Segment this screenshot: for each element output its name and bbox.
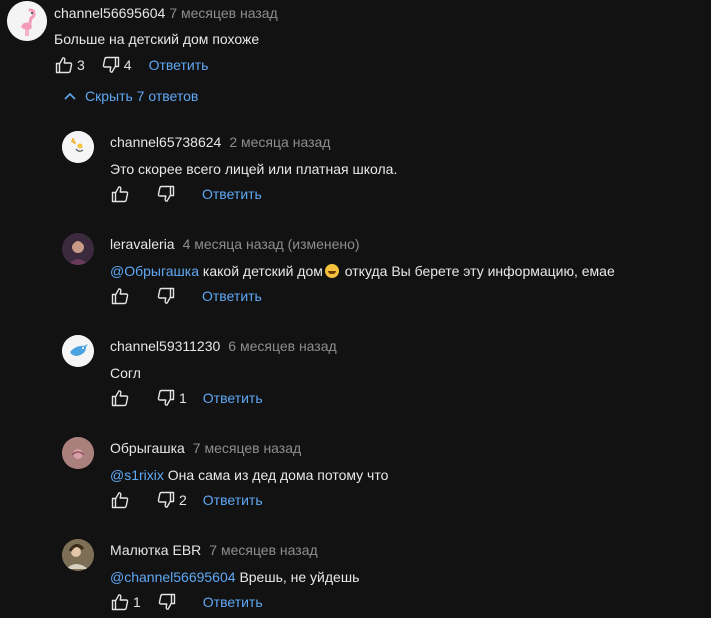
reply-item: channel65738624 2 месяца назад Это скорее… bbox=[0, 126, 711, 226]
comment-text: Это скорее всего лицей или платная школа… bbox=[110, 161, 397, 177]
reply-item: channel59311230 6 месяцев назад Согл 1 От… bbox=[0, 330, 711, 430]
thumbs-up-icon bbox=[111, 288, 129, 305]
like-button[interactable] bbox=[110, 286, 130, 306]
cartoon-avatar-icon bbox=[62, 131, 94, 163]
thumbs-down-icon bbox=[102, 56, 119, 73]
user-photo-icon bbox=[62, 539, 94, 571]
thumbs-up-icon bbox=[111, 492, 129, 509]
reply-button[interactable]: Ответить bbox=[203, 492, 263, 508]
avatar-reply-1[interactable] bbox=[62, 131, 94, 163]
mention-link[interactable]: @Обрыгашка bbox=[110, 263, 199, 279]
thumbs-down-icon bbox=[157, 287, 175, 304]
dislike-button[interactable] bbox=[157, 592, 177, 612]
chevron-up-icon bbox=[64, 92, 76, 100]
thumbs-up-icon bbox=[111, 186, 129, 203]
bird-icon bbox=[62, 335, 94, 367]
comment-actions: 1 Ответить bbox=[110, 592, 263, 612]
comment-text: @channel56695604 Врешь, не уйдешь bbox=[110, 569, 359, 585]
comment-actions: 2 Ответить bbox=[110, 490, 263, 510]
like-count: 3 bbox=[77, 57, 85, 73]
comment-time: 6 месяцев назад bbox=[228, 338, 337, 354]
author-name[interactable]: channel65738624 bbox=[110, 134, 221, 150]
user-photo-icon bbox=[62, 437, 94, 469]
author-name[interactable]: channel59311230 bbox=[110, 338, 220, 354]
like-button[interactable]: 1 bbox=[110, 592, 141, 612]
dislike-button[interactable] bbox=[156, 286, 176, 306]
dislike-button[interactable]: 1 bbox=[156, 388, 187, 408]
thumbs-up-icon bbox=[111, 594, 129, 611]
comment-actions: 1 Ответить bbox=[110, 388, 263, 408]
laughing-emoji-icon bbox=[324, 264, 339, 278]
comment-time: 7 месяцев назад bbox=[209, 542, 318, 558]
thumbs-down-icon bbox=[158, 593, 175, 610]
hide-replies-toggle[interactable]: Скрыть 7 ответов bbox=[64, 88, 198, 104]
dislike-button[interactable]: 4 bbox=[101, 55, 132, 75]
comment-text: @s1rixix Она сама из дед дома потому что bbox=[110, 467, 388, 483]
comment-text-content: Врешь, не уйдешь bbox=[239, 569, 360, 585]
like-button[interactable] bbox=[110, 490, 130, 510]
mention-link[interactable]: @channel56695604 bbox=[110, 569, 236, 585]
comment-text: Согл bbox=[110, 365, 141, 381]
flamingo-icon bbox=[7, 1, 47, 41]
comment-time: 7 месяцев назад bbox=[169, 5, 278, 21]
comment-text: Больше на детский дом похоже bbox=[54, 31, 260, 47]
avatar-flamingo[interactable] bbox=[7, 1, 47, 41]
reply-item: Обрыгашка 7 месяцев назад @s1rixix Она са… bbox=[0, 432, 711, 532]
comment-text-content: Она сама из дед дома потому что bbox=[167, 467, 389, 483]
thumbs-down-icon bbox=[157, 389, 175, 406]
thumbs-down-icon bbox=[157, 185, 175, 202]
avatar-reply-4[interactable] bbox=[62, 437, 94, 469]
comment-actions: 3 4 Ответить bbox=[54, 55, 208, 75]
mention-link[interactable]: @s1rixix bbox=[110, 467, 164, 483]
author-name[interactable]: channel56695604 bbox=[54, 5, 165, 21]
comment-text-tail: откуда Вы берете эту информацию, емае bbox=[340, 263, 615, 279]
thumbs-up-icon bbox=[111, 390, 129, 407]
comment-text-content: Согл bbox=[110, 365, 141, 381]
reply-button[interactable]: Ответить bbox=[203, 390, 263, 406]
comment-top: channel56695604 7 месяцев назад Больше на… bbox=[0, 0, 711, 80]
reply-item: Малютка EBR 7 месяцев назад @channel56695… bbox=[0, 534, 711, 618]
dislike-button[interactable]: 2 bbox=[156, 490, 187, 510]
dislike-count: 2 bbox=[179, 492, 187, 508]
comment-time: 4 месяца назад (изменено) bbox=[182, 236, 360, 252]
comment-header: channel56695604 7 месяцев назад bbox=[54, 5, 278, 21]
reply-button[interactable]: Ответить bbox=[202, 186, 262, 202]
reply-item: leravaleria 4 месяца назад (изменено) @Об… bbox=[0, 228, 711, 328]
hide-replies-label: Скрыть 7 ответов bbox=[85, 88, 199, 104]
dislike-count: 4 bbox=[123, 57, 132, 73]
reply-header: channel65738624 2 месяца назад bbox=[110, 134, 330, 150]
reply-button[interactable]: Ответить bbox=[203, 594, 263, 610]
avatar-reply-2[interactable] bbox=[62, 233, 94, 265]
like-button[interactable] bbox=[110, 388, 130, 408]
like-count: 1 bbox=[133, 594, 141, 610]
author-name[interactable]: Обрыгашка bbox=[110, 440, 185, 456]
thumbs-down-icon bbox=[157, 491, 175, 508]
author-name[interactable]: leravaleria bbox=[110, 236, 175, 252]
like-button[interactable]: 3 bbox=[54, 55, 85, 75]
comment-text-content: Это скорее всего лицей или платная школа… bbox=[110, 161, 398, 177]
user-photo-icon bbox=[62, 233, 94, 265]
dislike-button[interactable] bbox=[156, 184, 176, 204]
comment-actions: Ответить bbox=[110, 286, 262, 306]
reply-header: Малютка EBR 7 месяцев назад bbox=[110, 542, 318, 558]
comment-text-content: какой детский дом bbox=[202, 263, 323, 279]
reply-button[interactable]: Ответить bbox=[149, 57, 209, 73]
reply-header: Обрыгашка 7 месяцев назад bbox=[110, 440, 301, 456]
avatar-reply-3[interactable] bbox=[62, 335, 94, 367]
dislike-count: 1 bbox=[179, 390, 187, 406]
reply-button[interactable]: Ответить bbox=[202, 288, 262, 304]
reply-header: channel59311230 6 месяцев назад bbox=[110, 338, 337, 354]
avatar-reply-5[interactable] bbox=[62, 539, 94, 571]
comment-time: 2 месяца назад bbox=[229, 134, 331, 150]
comment-actions: Ответить bbox=[110, 184, 262, 204]
reply-header: leravaleria 4 месяца назад (изменено) bbox=[110, 236, 360, 252]
like-button[interactable] bbox=[110, 184, 130, 204]
comment-time: 7 месяцев назад bbox=[192, 440, 302, 456]
thumbs-up-icon bbox=[55, 57, 73, 74]
comment-text: @Обрыгашка какой детский дом откуда Вы б… bbox=[110, 263, 615, 279]
author-name[interactable]: Малютка EBR bbox=[110, 542, 201, 558]
